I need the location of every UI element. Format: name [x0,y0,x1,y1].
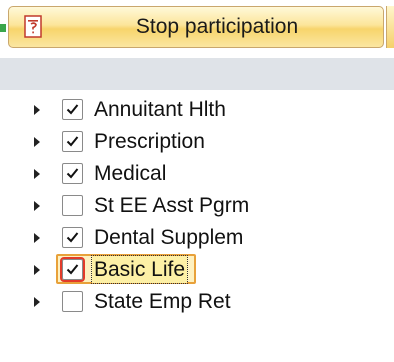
tree-row: Prescription [0,126,300,158]
tree-row: Medical [0,158,300,190]
plan-label: Medical [94,162,167,185]
expand-arrow-icon[interactable] [34,169,40,179]
plan-checkbox[interactable] [62,99,83,120]
tree-row: Dental Supplem [0,222,300,254]
plan-checkbox[interactable] [62,131,83,152]
plan-checkbox[interactable] [62,291,83,312]
expand-arrow-icon[interactable] [34,201,40,211]
expand-arrow-icon[interactable] [34,137,40,147]
plan-label: Dental Supplem [94,226,244,249]
checkmark-icon [66,264,79,275]
plan-checkbox[interactable] [60,257,85,282]
tree-row: Annuitant Hlth [0,94,300,126]
toolbar: Stop participation [0,0,394,54]
plan-label: St EE Asst Pgrm [94,194,250,217]
checkmark-icon [66,136,79,147]
green-indicator-icon [0,24,6,32]
checkmark-icon [66,168,79,179]
tree-header-bar [0,58,394,90]
next-button-edge[interactable] [386,6,394,48]
stop-participation-button[interactable]: Stop participation [8,6,384,48]
plan-label: Annuitant Hlth [94,98,226,121]
expand-arrow-icon[interactable] [34,265,40,275]
stop-participation-label: Stop participation [135,15,299,38]
plan-label: State Emp Ret [94,290,231,313]
tree-row: State Emp Ret [0,286,300,318]
plan-label[interactable]: Basic Life [90,255,189,284]
expand-arrow-icon[interactable] [34,105,40,115]
tree-row-selected: Basic Life [0,254,300,286]
document-icon [24,15,42,38]
tree-row: St EE Asst Pgrm [0,190,300,222]
plan-checkbox[interactable] [62,227,83,248]
expand-arrow-icon[interactable] [34,233,40,243]
checkmark-icon [66,104,79,115]
plan-label: Prescription [94,130,205,153]
expand-arrow-icon[interactable] [34,297,40,307]
plan-checkbox[interactable] [62,163,83,184]
plan-checkbox[interactable] [62,195,83,216]
checkmark-icon [66,232,79,243]
